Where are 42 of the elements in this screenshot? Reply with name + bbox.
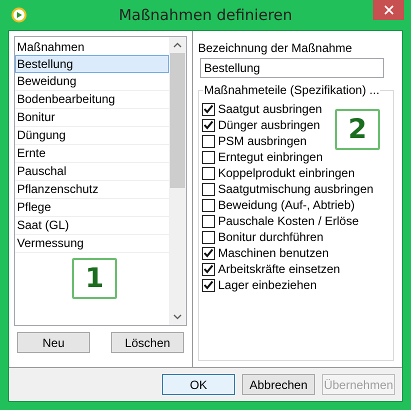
checkbox[interactable]: [202, 278, 215, 292]
checkbox[interactable]: [202, 102, 215, 116]
checkbox[interactable]: [202, 246, 215, 260]
list-header: Maßnahmen: [16, 39, 86, 55]
checkbox-label: Saatgut ausbringen: [218, 102, 322, 116]
field-label: Bezeichnung der Maßnahme: [198, 41, 354, 55]
name-input[interactable]: Bestellung: [200, 58, 384, 78]
checkbox-label: Maschinen benutzen: [218, 246, 329, 260]
scroll-up-icon[interactable]: [173, 42, 182, 48]
list-button[interactable]: Löschen: [111, 332, 184, 353]
checkbox[interactable]: [202, 134, 215, 148]
checkbox-label: Beweidung (Auf-, Abtrieb): [218, 198, 355, 212]
checkbox-label: Dünger ausbringen: [218, 118, 320, 132]
checkbox[interactable]: [202, 150, 215, 164]
checkbox-label: Lager einbeziehen: [218, 278, 317, 292]
app-icon: [11, 7, 27, 23]
checkbox-label: Erntegut einbringen: [218, 150, 323, 164]
dialog-button[interactable]: OK: [162, 374, 235, 395]
checkbox[interactable]: [202, 230, 215, 244]
scrollbar-thumb[interactable]: [170, 53, 185, 188]
checkbox-label: PSM ausbringen: [218, 134, 307, 148]
annotation-marker: 1: [72, 258, 117, 299]
checkbox-label: Pauschale Kosten / Erlöse: [218, 214, 359, 228]
list-button[interactable]: Neu: [17, 332, 90, 353]
checkbox[interactable]: [202, 182, 215, 196]
close-icon: [384, 5, 394, 15]
checkbox[interactable]: [202, 262, 215, 276]
list-item[interactable]: Bestellung: [15, 55, 169, 73]
checkbox-label: Arbeitskräfte einsetzen: [218, 262, 340, 276]
checkbox-label: Saatgutmischung ausbringen: [218, 182, 374, 196]
checkbox-label: Bonitur durchführen: [218, 230, 324, 244]
window-title: Maßnahmen definieren: [118, 6, 292, 24]
dialog-button[interactable]: Abbrechen: [242, 374, 315, 395]
checkbox[interactable]: [202, 166, 215, 180]
checkbox[interactable]: [202, 214, 215, 228]
scroll-down-icon[interactable]: [173, 314, 182, 320]
close-button[interactable]: [373, 0, 404, 20]
checkbox-label: Koppelprodukt einbringen: [218, 166, 355, 180]
annotation-marker: 2: [335, 109, 380, 150]
checkbox[interactable]: [202, 198, 215, 212]
group-title: Maßnahmeteile (Spezifikation) ...: [203, 83, 380, 97]
checkbox[interactable]: [202, 118, 215, 132]
